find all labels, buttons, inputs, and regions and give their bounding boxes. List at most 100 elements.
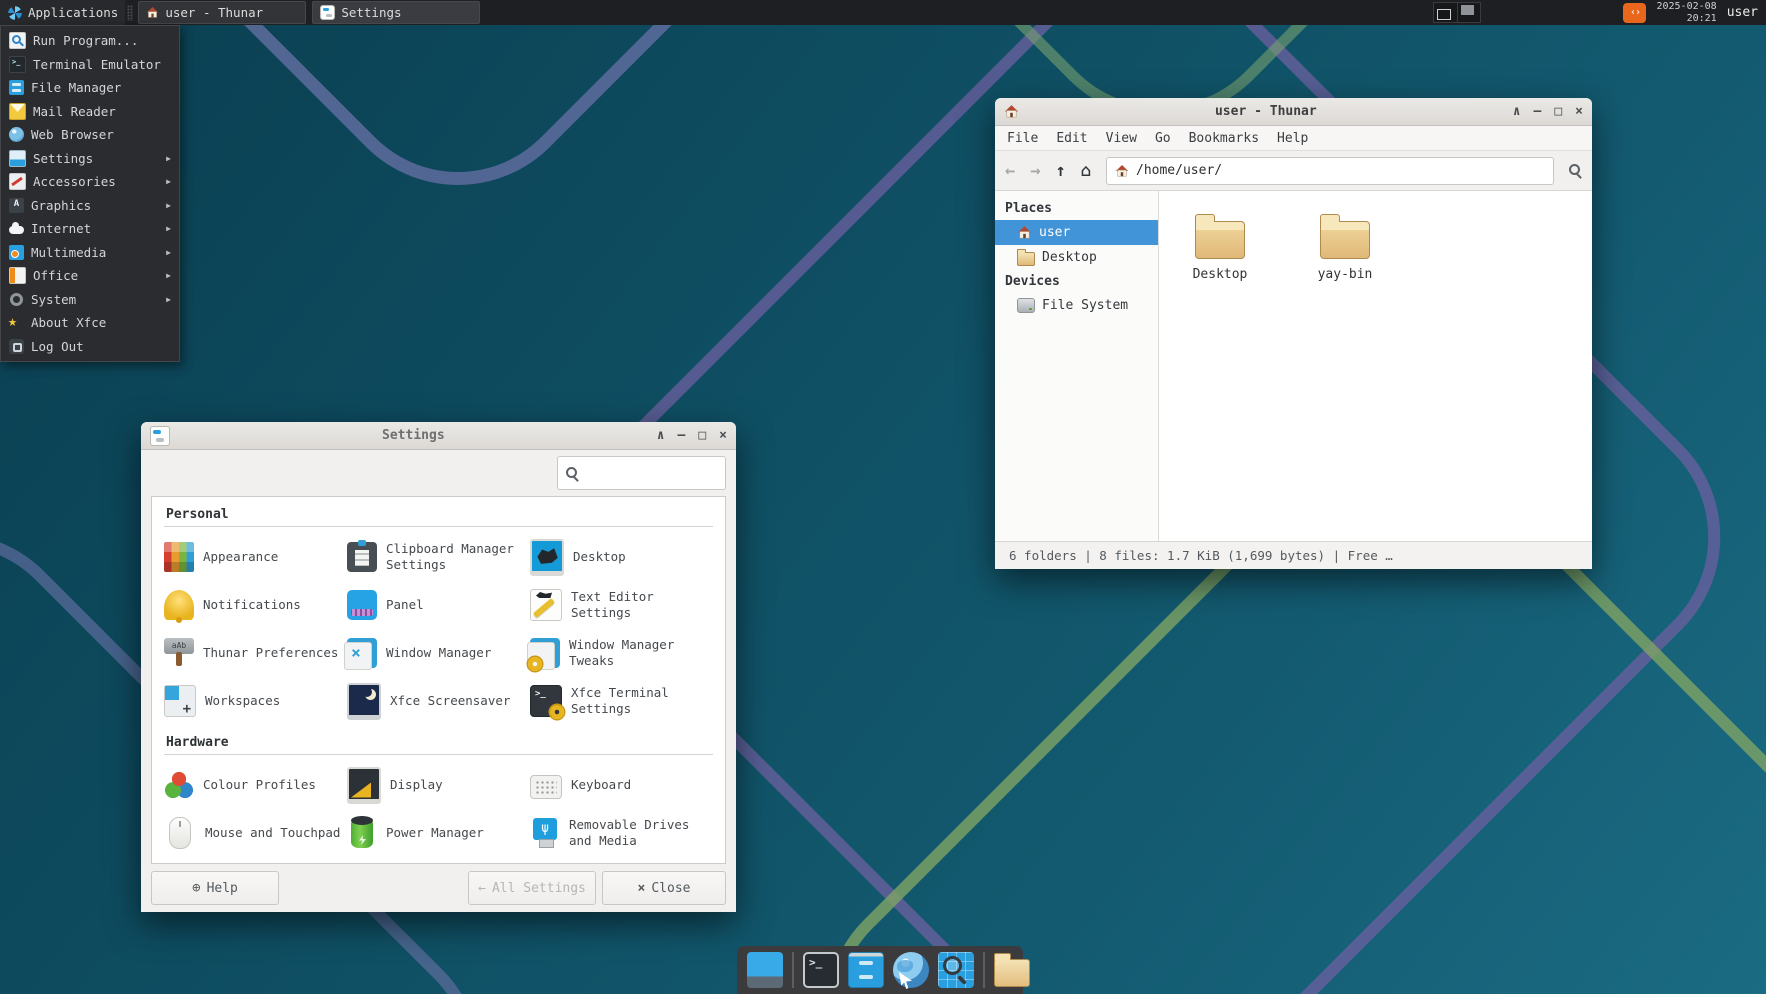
settings-item-appearance[interactable]: Appearance — [164, 533, 347, 581]
shade-button[interactable] — [657, 428, 665, 443]
settings-item-notifications[interactable]: Notifications — [164, 581, 347, 629]
clipboard-icon — [347, 542, 377, 572]
menu-item-office[interactable]: Office ▶ — [1, 264, 179, 288]
sidebar-item-file-system[interactable]: File System — [995, 293, 1158, 318]
shade-button[interactable] — [1513, 104, 1521, 119]
settings-item-screensaver[interactable]: Xfce Screensaver — [347, 677, 530, 725]
settings-item-text-editor[interactable]: Text Editor Settings — [530, 581, 713, 629]
settings-window: Settings Personal Appearance Clipboard M… — [141, 422, 736, 912]
applications-menu-button[interactable]: Applications — [0, 0, 125, 25]
search-icon[interactable] — [1569, 164, 1582, 177]
settings-titlebar[interactable]: Settings — [141, 422, 736, 450]
settings-item-panel[interactable]: Panel — [347, 581, 530, 629]
menu-item-mail-reader[interactable]: Mail Reader — [1, 100, 179, 124]
menu-item-run-program[interactable]: Run Program... — [1, 29, 179, 53]
section-header-personal: Personal — [164, 503, 713, 527]
maximize-button[interactable] — [1554, 104, 1562, 119]
panel-clock[interactable]: 2025-02-08 20:21 — [1656, 1, 1716, 25]
taskbar-button-label: Settings — [341, 5, 401, 20]
show-desktop-icon[interactable] — [747, 952, 783, 988]
thunar-files-pane[interactable]: Desktop yay-bin — [1159, 191, 1592, 541]
settings-item-removable-drives[interactable]: Removable Drives and Media — [530, 809, 713, 857]
clock-time: 20:21 — [1656, 13, 1716, 25]
file-cabinet-icon[interactable] — [848, 952, 884, 988]
search-input[interactable] — [585, 465, 717, 481]
close-button[interactable] — [719, 428, 727, 443]
menu-help[interactable]: Help — [1277, 131, 1308, 146]
home-button[interactable]: ⌂ — [1081, 161, 1091, 181]
up-button[interactable]: ↑ — [1056, 161, 1066, 181]
all-settings-button[interactable]: All Settings — [468, 871, 596, 905]
settings-item-workspaces[interactable]: Workspaces — [164, 677, 347, 725]
terminal-icon[interactable] — [803, 952, 839, 988]
settings-item-mouse-touchpad[interactable]: Mouse and Touchpad — [164, 809, 347, 857]
settings-item-clipboard-manager[interactable]: Clipboard Manager Settings — [347, 533, 530, 581]
help-button[interactable]: Help — [151, 871, 279, 905]
taskbar-button-settings[interactable]: Settings — [312, 1, 480, 24]
minimize-button[interactable] — [678, 428, 686, 443]
web-browser-icon[interactable] — [893, 952, 929, 988]
minimize-button[interactable] — [1534, 104, 1542, 119]
submenu-arrow-icon: ▶ — [166, 177, 171, 186]
workspace-pager[interactable] — [1433, 2, 1481, 23]
menu-item-terminal-emulator[interactable]: Terminal Emulator — [1, 53, 179, 77]
file-item-desktop[interactable]: Desktop — [1165, 213, 1275, 282]
menu-item-log-out[interactable]: Log Out — [1, 335, 179, 359]
menu-item-internet[interactable]: Internet ▶ — [1, 217, 179, 241]
folder-icon — [1320, 221, 1370, 259]
close-settings-button[interactable]: Close — [602, 871, 726, 905]
forward-button[interactable]: → — [1030, 161, 1040, 181]
menu-item-system[interactable]: System ▶ — [1, 288, 179, 312]
menu-bookmarks[interactable]: Bookmarks — [1189, 131, 1259, 146]
settings-item-keyboard[interactable]: Keyboard — [530, 761, 713, 809]
applications-menu: Run Program... Terminal Emulator File Ma… — [0, 25, 180, 362]
usb-drive-icon — [530, 818, 560, 848]
settings-item-desktop[interactable]: Desktop — [530, 533, 713, 581]
taskbar-button-thunar[interactable]: user - Thunar — [138, 1, 306, 24]
notification-badge-icon[interactable]: ‹› — [1623, 3, 1646, 23]
terminal-settings-icon — [530, 685, 562, 717]
folder-icon[interactable] — [994, 959, 1030, 987]
settings-item-terminal-settings[interactable]: Xfce Terminal Settings — [530, 677, 713, 725]
hardware-grid: Colour Profiles Display Keyboard Mouse a… — [164, 761, 713, 857]
panel-icon — [347, 590, 377, 620]
maximize-button[interactable] — [698, 428, 706, 443]
settings-item-power-manager[interactable]: Power Manager — [347, 809, 530, 857]
thunar-window: user - Thunar File Edit View Go Bookmark… — [995, 98, 1592, 569]
menu-item-multimedia[interactable]: Multimedia ▶ — [1, 241, 179, 265]
thunar-main: Places user Desktop Devices File System — [995, 191, 1592, 541]
panel-handle — [127, 5, 133, 21]
file-item-yay-bin[interactable]: yay-bin — [1290, 213, 1400, 282]
workspace-1[interactable] — [1434, 3, 1458, 22]
sidebar-item-desktop[interactable]: Desktop — [995, 245, 1158, 270]
text-editor-icon — [530, 589, 562, 621]
menu-item-settings[interactable]: Settings ▶ — [1, 147, 179, 171]
search-box[interactable] — [557, 456, 726, 490]
settings-item-window-manager-tweaks[interactable]: Window Manager Tweaks — [530, 629, 713, 677]
location-bar[interactable]: /home/user/ — [1106, 157, 1554, 185]
menu-item-web-browser[interactable]: Web Browser — [1, 123, 179, 147]
menu-item-accessories[interactable]: Accessories ▶ — [1, 170, 179, 194]
settings-item-thunar-preferences[interactable]: Thunar Preferences — [164, 629, 347, 677]
menu-item-graphics[interactable]: Graphics ▶ — [1, 194, 179, 218]
settings-item-colour-profiles[interactable]: Colour Profiles — [164, 761, 347, 809]
settings-item-display[interactable]: Display — [347, 761, 530, 809]
window-controls — [657, 428, 727, 443]
dock-separator — [792, 952, 794, 988]
menu-item-about-xfce[interactable]: About Xfce — [1, 311, 179, 335]
workspace-2[interactable] — [1458, 3, 1481, 22]
menu-view[interactable]: View — [1106, 131, 1137, 146]
home-icon — [1004, 104, 1019, 119]
menu-file[interactable]: File — [1007, 131, 1038, 146]
close-button[interactable] — [1575, 104, 1583, 119]
menu-edit[interactable]: Edit — [1056, 131, 1087, 146]
display-icon — [347, 767, 381, 804]
menu-go[interactable]: Go — [1155, 131, 1171, 146]
sidebar-item-user[interactable]: user — [995, 220, 1158, 245]
application-finder-icon[interactable] — [938, 952, 974, 988]
menu-item-file-manager[interactable]: File Manager — [1, 76, 179, 100]
settings-item-window-manager[interactable]: Window Manager — [347, 629, 530, 677]
back-button[interactable]: ← — [1005, 161, 1015, 181]
thunar-titlebar[interactable]: user - Thunar — [995, 98, 1592, 126]
keyboard-icon — [530, 775, 562, 799]
